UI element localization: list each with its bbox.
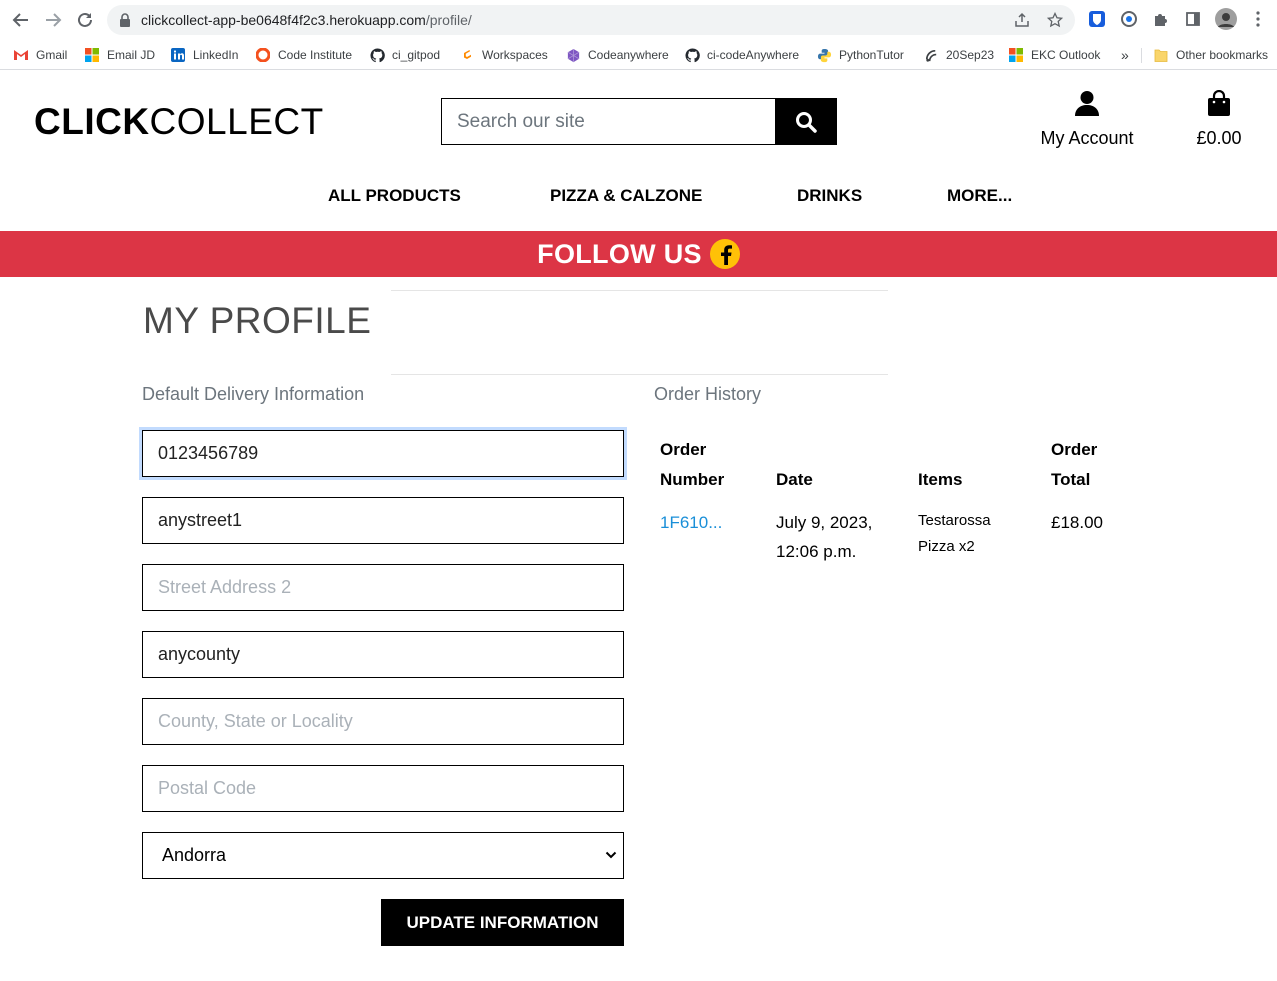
country-select[interactable]: Andorra	[142, 832, 624, 879]
nav-all-products[interactable]: ALL PRODUCTS	[328, 186, 461, 206]
extension-password-icon[interactable]	[1118, 8, 1140, 30]
codeanywhere-icon	[565, 47, 581, 63]
linkedin-icon	[170, 47, 186, 63]
bookmark-code-institute[interactable]: Code Institute	[255, 44, 352, 66]
forward-icon[interactable]	[41, 8, 65, 32]
shopping-bag-icon	[1208, 89, 1230, 116]
country-selected-value: Andorra	[162, 845, 227, 865]
user-icon	[1075, 91, 1099, 116]
lock-icon	[119, 13, 131, 32]
profile-avatar-icon[interactable]	[1215, 8, 1237, 30]
order-date: July 9, 2023, 12:06 p.m.	[776, 513, 873, 561]
bookmarks-divider	[1141, 48, 1142, 63]
update-information-button[interactable]: UPDATE INFORMATION	[381, 899, 624, 946]
street-address-1-field[interactable]	[142, 497, 624, 544]
github-icon	[684, 47, 700, 63]
nav-drinks[interactable]: DRINKS	[797, 186, 862, 206]
other-bookmarks-folder[interactable]: Other bookmarks	[1153, 44, 1268, 66]
search-icon	[795, 111, 817, 133]
bookmark-email-jd[interactable]: Email JD	[84, 44, 155, 66]
delivery-info-heading: Default Delivery Information	[142, 384, 365, 404]
python-icon	[816, 47, 832, 63]
bookmark-ci-gitpod[interactable]: ci_gitpod	[369, 44, 440, 66]
search-input[interactable]	[442, 99, 776, 144]
postal-code-field[interactable]	[142, 765, 624, 812]
follow-us-banner: FOLLOW US	[0, 231, 1277, 277]
divider-bottom	[391, 374, 888, 375]
street-address-2-field[interactable]	[142, 564, 624, 611]
search-button[interactable]	[775, 99, 836, 144]
shopping-bag-link[interactable]: £0.00	[1188, 89, 1250, 149]
side-panel-icon[interactable]	[1182, 8, 1204, 30]
nav-pizza-calzone[interactable]: PIZZA & CALZONE	[550, 186, 702, 206]
bookmarks-bar: Gmail Email JD LinkedIn Code Institute c…	[0, 40, 1277, 70]
back-icon[interactable]	[9, 8, 33, 32]
bookmark-pythontutor[interactable]: PythonTutor	[816, 44, 904, 66]
my-account-label: My Account	[1040, 128, 1134, 148]
facebook-icon[interactable]	[709, 239, 740, 269]
col-header-date: Date	[776, 470, 813, 489]
site-logo[interactable]: CLICKCOLLECT	[34, 101, 324, 143]
reload-icon[interactable]	[73, 8, 97, 32]
extension-bitwarden-icon[interactable]	[1086, 8, 1108, 30]
chevron-down-icon	[605, 851, 617, 859]
order-number-link[interactable]: 1F610...	[660, 508, 722, 537]
col-header-order-number: Order Number	[660, 440, 725, 489]
extensions-puzzle-icon[interactable]	[1150, 8, 1172, 30]
search-form	[441, 98, 837, 145]
town-city-field[interactable]	[142, 631, 624, 678]
gmail-icon	[13, 47, 29, 63]
order-total: £18.00	[1051, 513, 1103, 532]
bookmark-20sep23[interactable]: 20Sep23	[923, 44, 994, 66]
bookmark-ci-codeanywhere[interactable]: ci-codeAnywhere	[684, 44, 799, 66]
nav-more[interactable]: MORE...	[947, 186, 1012, 206]
url-text: clickcollect-app-be0648f4f2c3.herokuapp.…	[141, 12, 472, 28]
folder-icon	[1153, 47, 1169, 63]
bookmark-ekc-outlook[interactable]: EKC Outlook	[1008, 44, 1100, 66]
order-history-heading: Order History	[654, 384, 762, 404]
page-title: MY PROFILE	[143, 300, 372, 341]
col-header-order-total: Order Total	[1051, 440, 1098, 489]
address-bar[interactable]: clickcollect-app-be0648f4f2c3.herokuapp.…	[107, 5, 1075, 35]
link-icon	[923, 47, 939, 63]
phone-number-field[interactable]	[142, 430, 624, 477]
bookmark-gmail[interactable]: Gmail	[13, 44, 67, 66]
my-account-menu[interactable]: My Account	[1028, 90, 1146, 149]
browser-toolbar: clickcollect-app-be0648f4f2c3.herokuapp.…	[0, 0, 1277, 40]
github-icon	[369, 47, 385, 63]
microsoft-icon	[84, 47, 100, 63]
bookmark-workspaces[interactable]: Workspaces	[459, 44, 548, 66]
code-institute-icon	[255, 47, 271, 63]
county-field[interactable]	[142, 698, 624, 745]
bookmark-linkedin[interactable]: LinkedIn	[170, 44, 238, 66]
bookmark-codeanywhere[interactable]: Codeanywhere	[565, 44, 669, 66]
divider-top	[391, 290, 888, 291]
order-items: Testarossa Pizza x2	[918, 512, 991, 555]
chrome-menu-icon[interactable]	[1247, 8, 1269, 30]
microsoft-icon	[1008, 47, 1024, 63]
more-bookmarks-button[interactable]: »	[1121, 44, 1129, 66]
bag-total: £0.00	[1196, 128, 1242, 148]
col-header-items: Items	[918, 470, 963, 489]
follow-us-text: FOLLOW US	[537, 238, 702, 269]
bookmark-star-icon[interactable]	[1046, 11, 1064, 33]
gitpod-icon	[459, 47, 475, 63]
share-icon[interactable]	[1014, 12, 1030, 33]
